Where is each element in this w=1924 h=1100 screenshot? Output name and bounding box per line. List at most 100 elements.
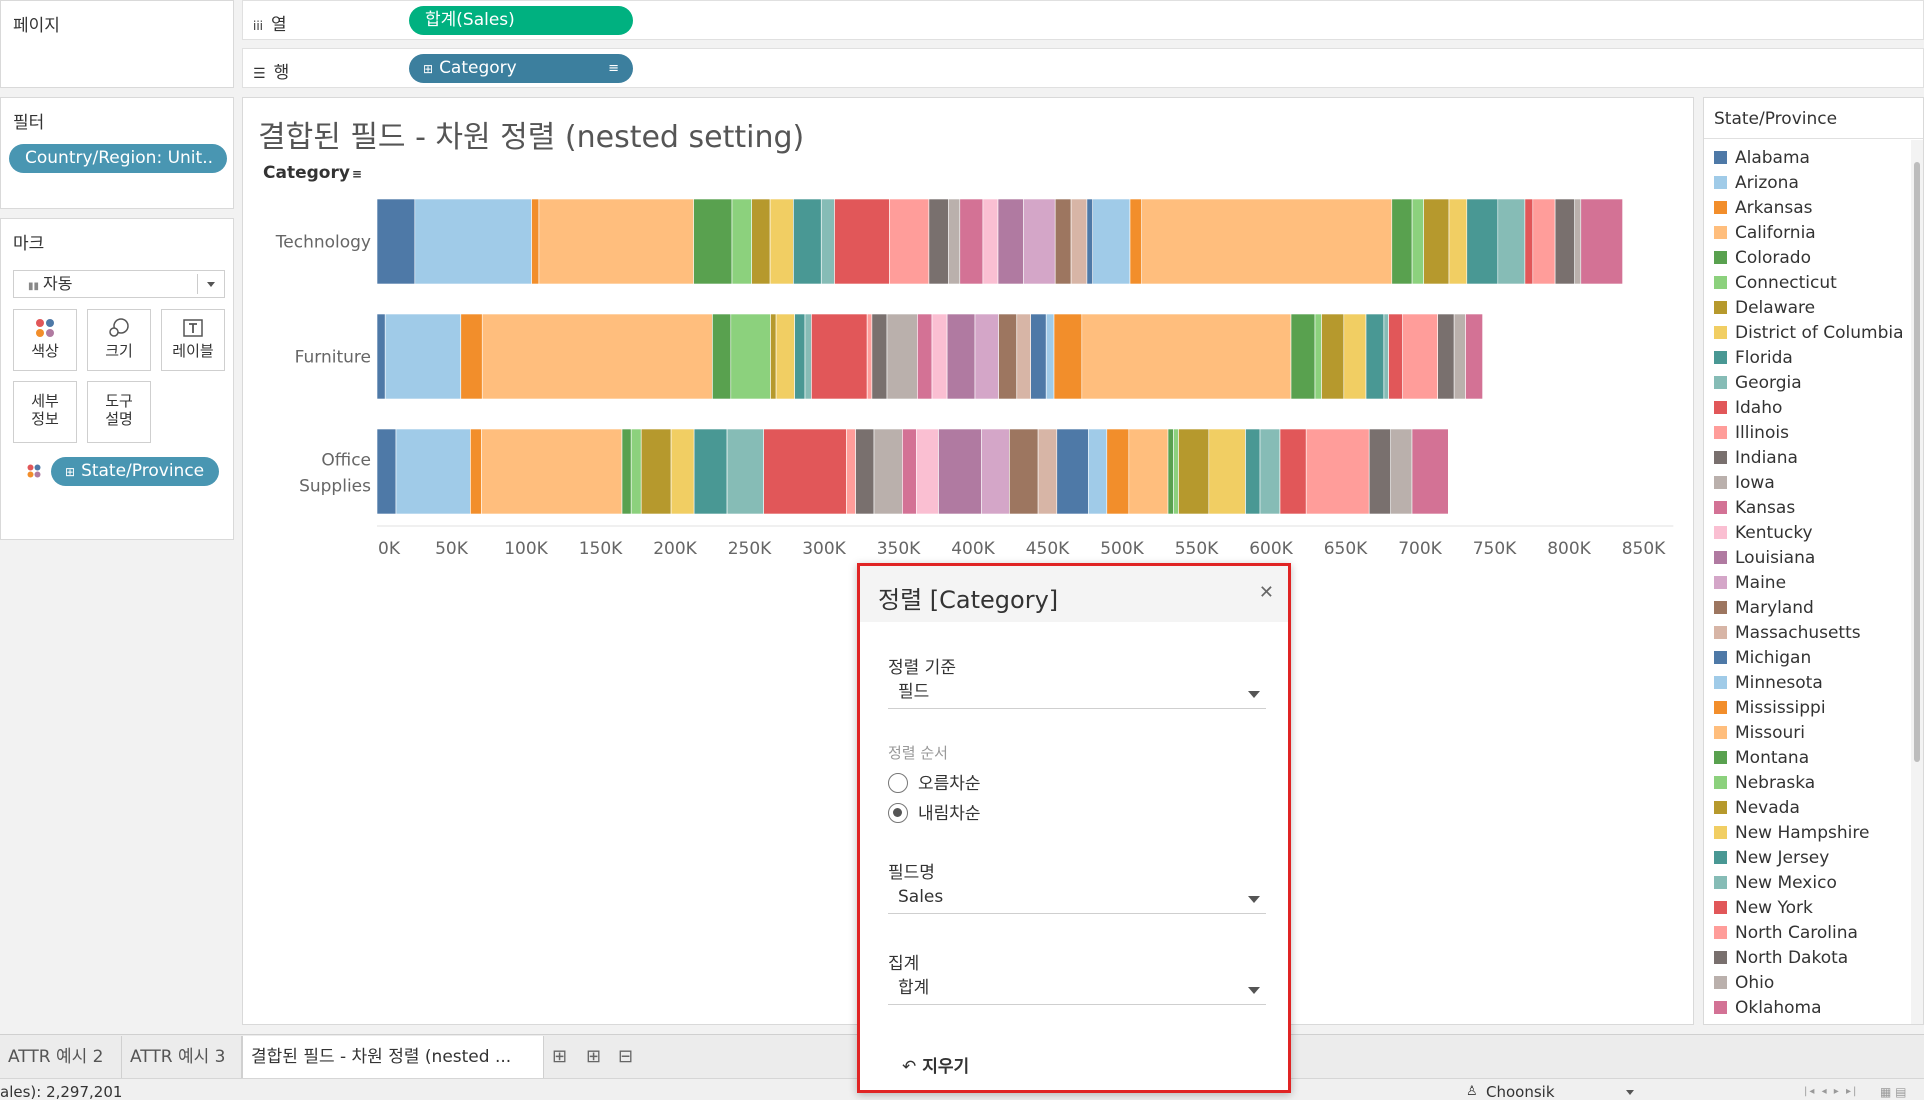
category-label[interactable]: Furniture — [295, 348, 371, 368]
bar-segment[interactable] — [693, 198, 733, 285]
legend-scrollbar-thumb[interactable] — [1914, 162, 1920, 762]
bar-segment[interactable] — [775, 313, 795, 400]
bar-segment[interactable] — [1279, 428, 1307, 515]
tooltip-mark-card[interactable]: 도구 설명 — [87, 381, 151, 443]
bar-segment[interactable] — [1030, 313, 1047, 400]
legend-item[interactable]: Kentucky — [1714, 521, 1813, 545]
legend-item[interactable]: Delaware — [1714, 296, 1815, 320]
bar-segment[interactable] — [1128, 428, 1169, 515]
category-label[interactable]: Office Supplies — [299, 451, 371, 497]
marks-pill-state[interactable]: ⊞ State/Province — [51, 457, 219, 486]
bar-segment[interactable] — [1383, 313, 1389, 400]
bar-segment[interactable] — [1448, 198, 1468, 285]
legend-item[interactable]: Montana — [1714, 746, 1809, 770]
sort-by-select[interactable]: 필드 — [888, 679, 1266, 709]
bar-segment[interactable] — [873, 428, 903, 515]
category-label[interactable]: Technology — [275, 233, 371, 253]
bar-segment[interactable] — [531, 198, 540, 285]
bar-segment[interactable] — [1465, 313, 1483, 400]
bar-segment[interactable] — [481, 428, 623, 515]
legend-item[interactable]: Illinois — [1714, 421, 1789, 445]
bar-segment[interactable] — [414, 198, 532, 285]
bar-segment[interactable] — [931, 313, 948, 400]
bar-segment[interactable] — [794, 313, 806, 400]
bar-segment[interactable] — [376, 428, 397, 515]
mark-type-dropdown[interactable]: ▮▮ 자동 — [13, 270, 225, 298]
legend-item[interactable]: Connecticut — [1714, 271, 1837, 295]
bar-segment[interactable] — [866, 313, 873, 400]
bar-segment[interactable] — [834, 198, 890, 285]
bar-segment[interactable] — [981, 428, 1010, 515]
new-worksheet-icon[interactable]: ⊞ — [552, 1046, 567, 1067]
legend-item[interactable]: Massachusetts — [1714, 621, 1861, 645]
bar-segment[interactable] — [640, 428, 672, 515]
bar-segment[interactable] — [1390, 428, 1413, 515]
bar-segment[interactable] — [1466, 198, 1499, 285]
legend-item[interactable]: Missouri — [1714, 721, 1805, 745]
bar-segment[interactable] — [731, 198, 753, 285]
rows-shelf[interactable]: ☰ 행 ⊞ Category ≡ — [242, 48, 1924, 88]
bar-segment[interactable] — [1321, 313, 1345, 400]
bar-segment[interactable] — [1343, 313, 1367, 400]
bar-segment[interactable] — [982, 198, 999, 285]
bar-segment[interactable] — [886, 313, 918, 400]
bar-segment[interactable] — [997, 198, 1024, 285]
bar-segment[interactable] — [1314, 313, 1322, 400]
bar-segment[interactable] — [1009, 428, 1039, 515]
columns-pill-sales[interactable]: 합계(Sales) — [409, 6, 633, 35]
bar-segment[interactable] — [621, 428, 632, 515]
bar-segment[interactable] — [1305, 428, 1370, 515]
bar-segment[interactable] — [395, 428, 471, 515]
bar-segment[interactable] — [538, 198, 694, 285]
bar-segment[interactable] — [889, 198, 930, 285]
bar-segment[interactable] — [946, 313, 976, 400]
bar-segment[interactable] — [751, 198, 771, 285]
rows-pill-category[interactable]: ⊞ Category ≡ — [409, 54, 633, 83]
bar-segment[interactable] — [1092, 198, 1131, 285]
bar-segment[interactable] — [1208, 428, 1246, 515]
legend-item[interactable]: North Carolina — [1714, 921, 1858, 945]
bar-segment[interactable] — [730, 313, 771, 400]
bar-segment[interactable] — [1290, 313, 1316, 400]
sheet-tab-attr-3[interactable]: ATTR 예시 3 — [122, 1036, 242, 1078]
bar-segment[interactable] — [1365, 313, 1385, 400]
bar-segment[interactable] — [384, 313, 461, 400]
status-user[interactable]: Choonsik — [1486, 1081, 1555, 1100]
bar-segment[interactable] — [769, 198, 794, 285]
legend-item[interactable]: New Jersey — [1714, 846, 1829, 870]
bar-segment[interactable] — [630, 428, 642, 515]
clear-button[interactable]: ↶ 지우기 — [902, 1052, 969, 1077]
bar-segment[interactable] — [1167, 428, 1174, 515]
legend-item[interactable]: Maine — [1714, 571, 1786, 595]
bar-segment[interactable] — [938, 428, 982, 515]
bar-segment[interactable] — [947, 198, 961, 285]
bar-segment[interactable] — [1054, 198, 1072, 285]
legend-item[interactable]: Nevada — [1714, 796, 1800, 820]
bar-segment[interactable] — [712, 313, 732, 400]
bar-segment[interactable] — [1245, 428, 1261, 515]
legend-item[interactable]: Nebraska — [1714, 771, 1815, 795]
bar-segment[interactable] — [811, 313, 868, 400]
bar-segment[interactable] — [693, 428, 728, 515]
bar-segment[interactable] — [670, 428, 695, 515]
nav-arrows-icon[interactable]: |◂ ◂ ▸ ▸| — [1804, 1081, 1858, 1100]
bar-segment[interactable] — [726, 428, 765, 515]
bar-segment[interactable] — [959, 198, 984, 285]
new-dashboard-icon[interactable]: ⊞ — [586, 1046, 601, 1067]
legend-item[interactable]: New York — [1714, 896, 1813, 920]
detail-mark-card[interactable]: 세부 정보 — [13, 381, 77, 443]
legend-item[interactable]: Maryland — [1714, 596, 1814, 620]
bar-segment[interactable] — [1129, 198, 1142, 285]
bar-segment[interactable] — [1423, 198, 1450, 285]
bar-segment[interactable] — [1037, 428, 1058, 515]
legend-item[interactable]: North Dakota — [1714, 946, 1848, 970]
bar-segment[interactable] — [1081, 313, 1292, 400]
legend-item[interactable]: Mississippi — [1714, 696, 1826, 720]
bar-segment[interactable] — [1554, 198, 1575, 285]
bar-segment[interactable] — [1437, 313, 1455, 400]
bar-segment[interactable] — [1411, 198, 1424, 285]
legend-item[interactable]: Georgia — [1714, 371, 1802, 395]
legend-item[interactable]: New Hampshire — [1714, 821, 1869, 845]
bar-segment[interactable] — [917, 313, 933, 400]
bar-segment[interactable] — [1023, 198, 1056, 285]
